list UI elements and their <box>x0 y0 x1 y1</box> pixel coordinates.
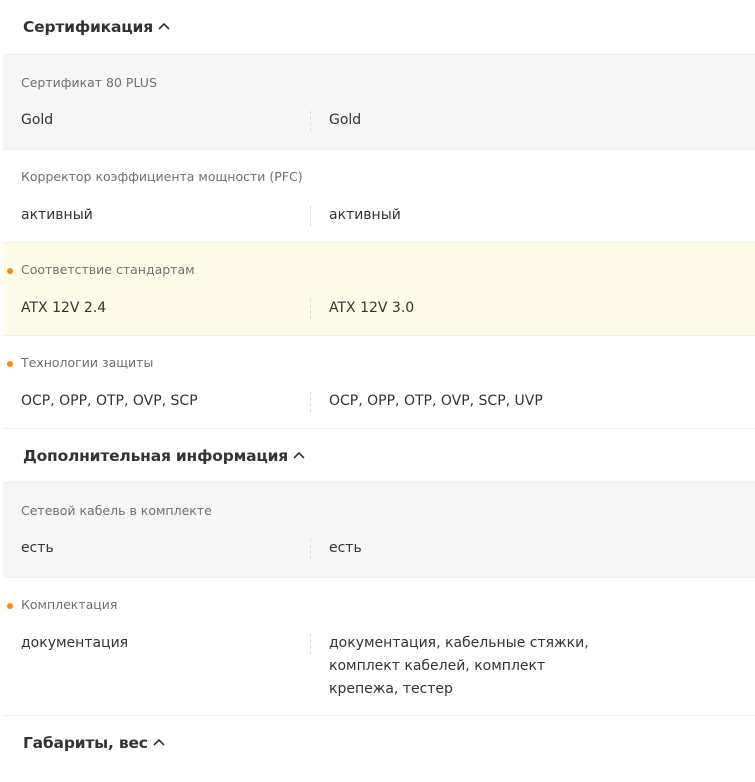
spec-row: Корректор коэффициента мощности (PFC) ак… <box>3 149 755 242</box>
column-divider <box>310 392 311 412</box>
spec-value-col1: Gold <box>21 112 54 128</box>
spec-value-col1: активный <box>21 207 93 223</box>
chevron-up-icon <box>158 22 170 30</box>
section-header-dimensions[interactable]: Габариты, вес <box>3 715 755 769</box>
spec-row: Сетевой кабель в комплекте есть есть <box>3 482 755 577</box>
difference-dot-icon <box>7 268 13 274</box>
spec-label: Сетевой кабель в комплекте <box>21 503 212 518</box>
section-header-additional-info[interactable]: Дополнительная информация <box>3 428 755 482</box>
specs-comparison: Сертификация Сертификат 80 PLUS Gold Gol… <box>3 0 755 782</box>
spec-value-col1: документация <box>21 635 129 651</box>
spec-row: Технологии защиты OCP, OPP, OTP, OVP, SC… <box>3 335 755 428</box>
section-title: Дополнительная информация <box>23 446 289 465</box>
column-divider <box>310 539 311 559</box>
spec-row-highlighted: Соответствие стандартам ATX 12V 2.4 ATX … <box>3 242 755 335</box>
column-divider <box>310 299 311 319</box>
spec-row: Сертификат 80 PLUS Gold Gold <box>3 54 755 149</box>
spec-value-col1: ATX 12V 2.4 <box>21 300 107 316</box>
spec-value-col2: есть <box>329 540 362 556</box>
spec-label: Комплектация <box>21 597 118 612</box>
section-title: Габариты, вес <box>23 733 148 752</box>
section-title: Сертификация <box>23 18 153 36</box>
column-divider <box>310 111 311 131</box>
spec-value-col2: документация, кабельные стяжки, комплект… <box>329 635 589 697</box>
spec-value-col2: OCP, OPP, OTP, OVP, SCP, UVP <box>329 393 543 409</box>
difference-dot-icon <box>7 361 13 367</box>
spec-label: Соответствие стандартам <box>21 262 195 277</box>
spec-value-col2: активный <box>329 207 401 223</box>
spec-label: Корректор коэффициента мощности (PFC) <box>21 169 303 184</box>
column-divider <box>310 634 311 654</box>
spec-label: Сертификат 80 PLUS <box>21 75 157 90</box>
spec-value-col1: OCP, OPP, OTP, OVP, SCP <box>21 393 198 409</box>
chevron-up-icon <box>293 451 305 459</box>
difference-dot-icon <box>7 603 13 609</box>
spec-row: Комплектация документация документация, … <box>3 577 755 715</box>
section-header-certification[interactable]: Сертификация <box>3 0 755 54</box>
spec-value-col2: Gold <box>329 112 362 128</box>
spec-value-col1: есть <box>21 540 54 556</box>
spec-label: Технологии защиты <box>21 355 154 370</box>
column-divider <box>310 206 311 226</box>
spec-value-col2: ATX 12V 3.0 <box>329 300 415 316</box>
chevron-up-icon <box>153 738 165 746</box>
